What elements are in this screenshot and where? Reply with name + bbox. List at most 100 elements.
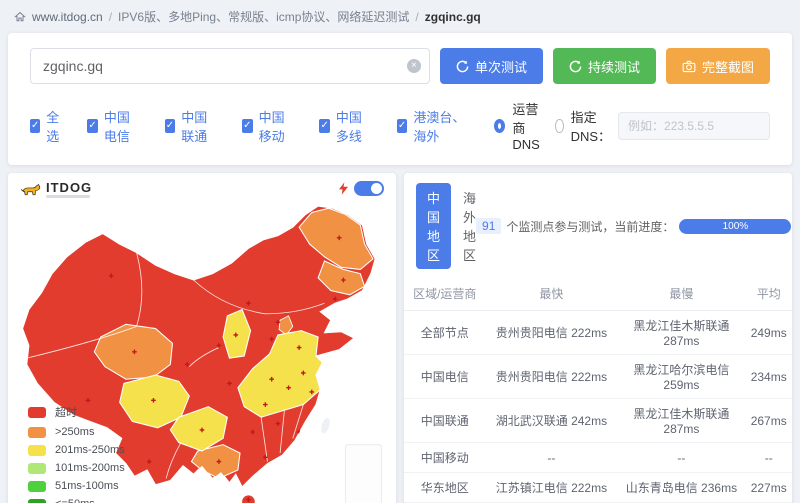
logo-text: ITDOG [46, 182, 92, 193]
continuous-test-label: 持续测试 [588, 57, 640, 76]
breadcrumb-separator: / [415, 10, 418, 24]
search-panel: × 单次测试 持续测试 完整截图 ✓ 全选 ✓ 中国电信 ✓ 中国联通 ✓ 中国移动 ✓… [8, 33, 792, 165]
radio-carrier-dns[interactable] [494, 119, 505, 133]
table-row: 全部节点贵州贵阳电信 222ms黑龙江佳木斯联通 287ms249ms [404, 311, 792, 355]
col-header-slowest: 最慢 [617, 278, 745, 311]
dog-icon [20, 181, 42, 199]
refresh-icon [569, 60, 582, 73]
cell-fastest: 贵州贵阳电信 222ms [485, 355, 617, 399]
cell-slowest: 山东青岛电信 236ms [617, 473, 745, 503]
radio-custom-dns[interactable] [555, 119, 563, 133]
legend-label: 101ms-200ms [55, 462, 125, 474]
target-host-input[interactable] [30, 48, 430, 84]
radio-custom-dns-label: 指定DNS： [571, 107, 611, 145]
col-header-region: 区域/运营商 [404, 278, 485, 311]
legend-item: 201ms-250ms [28, 444, 125, 456]
checkbox-china-unicom[interactable]: ✓ 中国联通 [165, 107, 220, 145]
cell-slowest: 黑龙江佳木斯联通 287ms [617, 399, 745, 443]
lightning-icon [339, 182, 348, 195]
cell-slowest: 黑龙江哈尔滨电信 259ms [617, 355, 745, 399]
breadcrumb-site[interactable]: www.itdog.cn [32, 10, 103, 24]
south-sea-inset [346, 445, 382, 503]
checkbox-label: 港澳台、海外 [413, 107, 472, 145]
cell-average: 227ms [745, 473, 792, 503]
itdog-logo[interactable]: ITDOG [20, 181, 92, 199]
results-panel: 中国地区 海外地区 91 个监测点参与测试，当前进度： 100% 区域/运营商 … [404, 173, 792, 503]
cell-region: 中国联通 [404, 399, 485, 443]
screenshot-label: 完整截图 [702, 57, 754, 76]
cell-region: 中国移动 [404, 443, 485, 473]
checkbox-label: 中国电信 [104, 107, 143, 145]
clear-input-icon[interactable]: × [407, 59, 421, 73]
breadcrumb: www.itdog.cn / IPV6版、多地Ping、常规版、icmp协议、网… [0, 0, 800, 31]
legend-item: <=50ms [28, 498, 125, 503]
single-test-button[interactable]: 单次测试 [440, 48, 543, 84]
checkbox-checked-icon: ✓ [87, 119, 97, 133]
progress-bar: 100% [679, 219, 791, 234]
breadcrumb-keywords: IPV6版、多地Ping、常规版、icmp协议、网络延迟测试 [118, 8, 409, 25]
cell-region: 中国电信 [404, 355, 485, 399]
cell-region: 全部节点 [404, 311, 485, 355]
legend-item: 51ms-100ms [28, 480, 125, 492]
legend-item: 超时 [28, 404, 125, 420]
checkbox-label: 中国多线 [336, 107, 375, 145]
node-count-badge: 91 [476, 218, 501, 234]
map-panel: ITDOG [8, 173, 396, 503]
col-header-fastest: 最快 [485, 278, 617, 311]
col-header-average: 平均 [745, 278, 792, 311]
cell-average: 267ms [745, 399, 792, 443]
checkbox-label: 中国联通 [181, 107, 220, 145]
cell-fastest: 江苏镇江电信 222ms [485, 473, 617, 503]
radio-carrier-dns-label: 运营商DNS [512, 99, 548, 152]
legend-chip-51-100 [28, 481, 46, 492]
checkbox-label: 全选 [46, 107, 65, 145]
custom-dns-input[interactable] [618, 112, 770, 140]
breadcrumb-current: zgqinc.gq [425, 10, 481, 24]
checkbox-overseas[interactable]: ✓ 港澳台、海外 [397, 107, 472, 145]
checkbox-checked-icon: ✓ [30, 119, 40, 133]
checkbox-checked-icon: ✓ [319, 119, 329, 133]
tab-overseas-region[interactable]: 海外地区 [463, 188, 476, 264]
cell-average: -- [745, 443, 792, 473]
checkbox-select-all[interactable]: ✓ 全选 [30, 107, 65, 145]
screenshot-button[interactable]: 完整截图 [666, 48, 770, 84]
refresh-icon [456, 60, 469, 73]
map-style-toggle[interactable] [354, 181, 384, 196]
legend-chip-201-250 [28, 445, 46, 456]
continuous-test-button[interactable]: 持续测试 [553, 48, 656, 84]
taiwan-region [320, 417, 332, 434]
checkbox-china-telecom[interactable]: ✓ 中国电信 [87, 107, 142, 145]
table-row: 中国联通湖北武汉联通 242ms黑龙江佳木斯联通 287ms267ms [404, 399, 792, 443]
legend-label: <=50ms [55, 498, 95, 503]
legend-item: 101ms-200ms [28, 462, 125, 474]
cell-average: 234ms [745, 355, 792, 399]
table-row: 华东地区江苏镇江电信 222ms山东青岛电信 236ms227ms [404, 473, 792, 503]
cell-slowest: -- [617, 443, 745, 473]
logo-tagline [46, 195, 90, 198]
checkbox-checked-icon: ✓ [242, 119, 252, 133]
checkbox-china-multiline[interactable]: ✓ 中国多线 [319, 107, 374, 145]
legend-chip-over-250 [28, 427, 46, 438]
table-row: 中国电信贵州贵阳电信 222ms黑龙江哈尔滨电信 259ms234ms [404, 355, 792, 399]
checkbox-checked-icon: ✓ [397, 119, 408, 133]
cell-fastest: -- [485, 443, 617, 473]
legend-label: 超时 [55, 404, 77, 420]
checkbox-label: 中国移动 [259, 107, 298, 145]
progress-label: 个监测点参与测试，当前进度： [506, 218, 674, 235]
legend-item: >250ms [28, 426, 125, 438]
home-icon [14, 11, 26, 23]
checkbox-china-mobile[interactable]: ✓ 中国移动 [242, 107, 297, 145]
cell-region: 华东地区 [404, 473, 485, 503]
cell-average: 249ms [745, 311, 792, 355]
legend-label: 51ms-100ms [55, 480, 119, 492]
map-legend: 超时 >250ms 201ms-250ms 101ms-200ms 51ms-1… [28, 398, 125, 503]
legend-label: >250ms [55, 426, 94, 438]
latency-table: 区域/运营商 最快 最慢 平均 全部节点贵州贵阳电信 222ms黑龙江佳木斯联通… [404, 278, 792, 503]
tab-china-region[interactable]: 中国地区 [416, 183, 451, 269]
checkbox-checked-icon: ✓ [165, 119, 175, 133]
single-test-label: 单次测试 [475, 57, 527, 76]
page: www.itdog.cn / IPV6版、多地Ping、常规版、icmp协议、网… [0, 0, 800, 503]
camera-icon [682, 60, 696, 73]
legend-chip-101-200 [28, 463, 46, 474]
legend-label: 201ms-250ms [55, 444, 125, 456]
